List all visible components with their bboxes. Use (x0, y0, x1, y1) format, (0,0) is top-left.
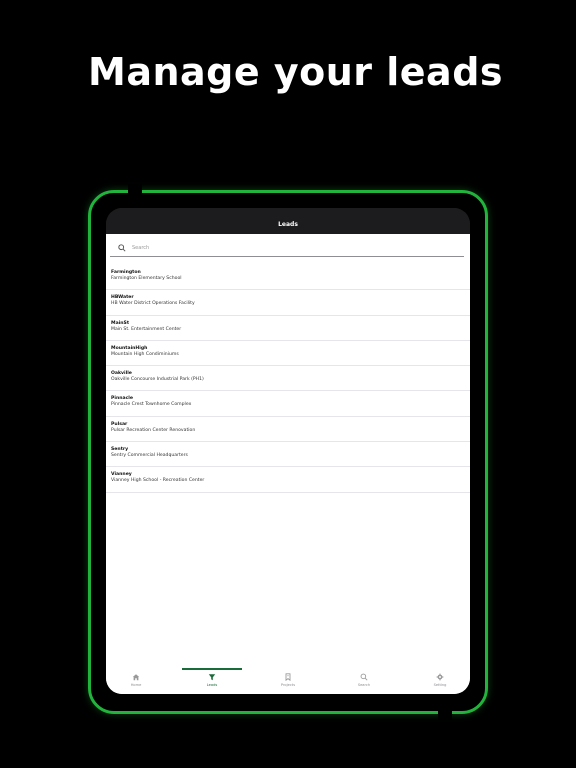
lead-name: Main St. Entertainment Center (111, 326, 182, 332)
tab-label: Projects (280, 683, 296, 687)
lead-name: HB Water District Operations Facility (111, 301, 195, 307)
tab-setting[interactable]: Setting (410, 668, 470, 694)
home-icon (132, 674, 140, 681)
frame-gap (128, 184, 142, 198)
lead-name: Oakville Concourse Industrial Park (PH1) (111, 377, 204, 383)
lead-row-oakville[interactable]: Oakville Oakville Concourse Industrial P… (106, 366, 470, 392)
lead-row-hbwater[interactable]: HBWater HB Water District Operations Fac… (106, 290, 470, 316)
lead-row-pinnacle[interactable]: Pinnacle Pinnacle Crest Townhome Complex (106, 391, 470, 417)
tab-bar: Home Leads Projects Search Setting (106, 668, 470, 694)
lead-name: Vianney High School - Recreation Center (111, 478, 205, 484)
nav-title: Leads (278, 221, 298, 228)
tablet-screen: Leads Farmington Farmington Elementary S… (106, 208, 470, 694)
search-bar[interactable] (110, 241, 464, 257)
tab-leads[interactable]: Leads (182, 668, 242, 694)
lead-row-mainst[interactable]: MainSt Main St. Entertainment Center (106, 316, 470, 341)
headline: Manage your leads (88, 50, 504, 94)
tab-label: Setting (433, 683, 447, 687)
tab-home[interactable]: Home (106, 668, 166, 694)
bookmark-icon (285, 673, 291, 681)
lead-name: Pinnacle Crest Townhome Complex (111, 402, 192, 408)
tab-projects[interactable]: Projects (258, 668, 318, 694)
lead-row-vianney[interactable]: Vianney Vianney High School - Recreation… (106, 467, 470, 493)
navigation-bar: Leads (106, 208, 470, 234)
lead-row-farmington[interactable]: Farmington Farmington Elementary School (106, 265, 470, 291)
lead-name: Pulsar Recreation Center Renovation (111, 427, 196, 433)
lead-row-pulsar[interactable]: Pulsar Pulsar Recreation Center Renovati… (106, 417, 470, 443)
tab-label: Leads (206, 683, 218, 687)
search-input[interactable] (132, 242, 452, 254)
gear-icon (436, 673, 444, 681)
lead-row-sentry[interactable]: Sentry Sentry Commercial Headquarters (106, 442, 470, 468)
tab-search[interactable]: Search (334, 668, 394, 694)
lead-name: Sentry Commercial Headquarters (111, 453, 188, 459)
lead-row-mountainhigh[interactable]: MountainHigh Mountain High Condiminiums (106, 341, 470, 367)
screen-content: Farmington Farmington Elementary School … (106, 234, 470, 694)
search-icon (118, 244, 126, 252)
search-icon (360, 673, 368, 681)
tab-label: Home (130, 683, 142, 687)
frame-gap (438, 706, 452, 720)
lead-name: Farmington Elementary School (111, 276, 182, 281)
leads-list: Farmington Farmington Elementary School … (106, 265, 470, 493)
tab-label: Search (357, 683, 371, 687)
lead-name: Mountain High Condiminiums (111, 351, 179, 357)
filter-icon (208, 674, 216, 681)
